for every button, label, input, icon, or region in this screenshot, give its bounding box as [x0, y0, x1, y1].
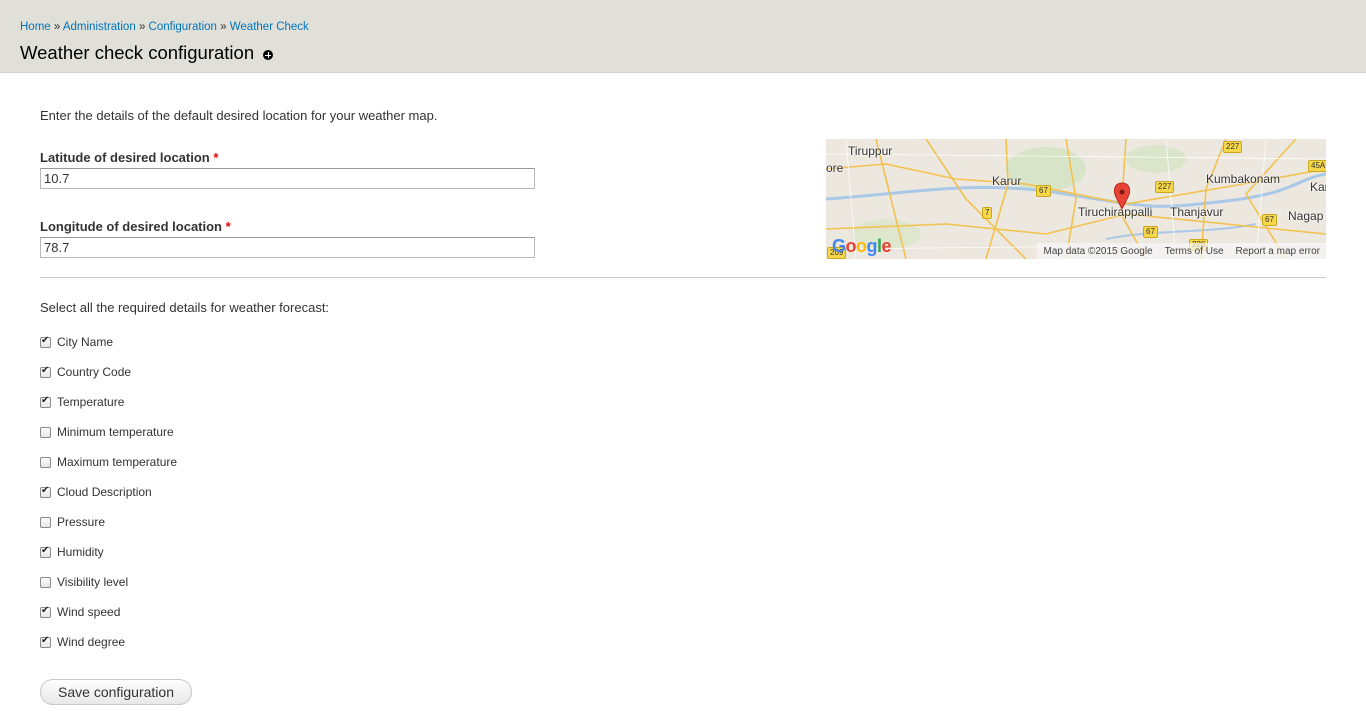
- breadcrumb-separator: »: [53, 21, 61, 33]
- section-divider: [40, 277, 1326, 278]
- breadcrumb-administration-link[interactable]: Administration: [63, 21, 136, 33]
- map-label-thanjavur: Thanjavur: [1170, 205, 1224, 219]
- report-map-error-link[interactable]: Report a map error: [1236, 246, 1320, 257]
- wind-degree-checkbox[interactable]: [40, 635, 51, 648]
- road-shield: 227: [1155, 181, 1175, 193]
- forecast-details-label: Select all the required details for weat…: [40, 300, 330, 315]
- option-label[interactable]: Pressure: [57, 515, 105, 529]
- pressure-checkbox[interactable]: [40, 516, 51, 528]
- breadcrumb-separator: »: [138, 21, 146, 33]
- option-city-name[interactable]: City Name: [40, 334, 113, 350]
- road-shield: 67: [1262, 214, 1277, 226]
- map-label-tiruchirappalli: Tiruchirappalli: [1078, 205, 1153, 219]
- option-label[interactable]: City Name: [57, 335, 113, 349]
- temperature-checkbox[interactable]: [40, 395, 51, 408]
- latitude-input[interactable]: [40, 168, 535, 189]
- map-roads: [826, 139, 1326, 259]
- map-label-karur: Karur: [992, 174, 1022, 188]
- option-minimum-temperature[interactable]: Minimum temperature: [40, 424, 174, 440]
- breadcrumb-configuration-link[interactable]: Configuration: [149, 21, 217, 33]
- breadcrumb: Home » Administration » Configuration » …: [20, 21, 309, 33]
- page-header: Home » Administration » Configuration » …: [0, 0, 1366, 73]
- map-label-kara: Kara: [1310, 180, 1326, 194]
- road-shield: 45A: [1308, 160, 1326, 172]
- option-temperature[interactable]: Temperature: [40, 394, 124, 410]
- longitude-input[interactable]: [40, 237, 535, 258]
- option-visibility-level[interactable]: Visibility level: [40, 574, 128, 590]
- option-label[interactable]: Minimum temperature: [57, 425, 174, 439]
- option-country-code[interactable]: Country Code: [40, 364, 131, 380]
- option-cloud-description[interactable]: Cloud Description: [40, 484, 152, 500]
- map-footer: Map data ©2015 Google Terms of Use Repor…: [1037, 243, 1326, 259]
- minimum-temperature-checkbox[interactable]: [40, 426, 51, 438]
- longitude-label-text: Longitude of desired location: [40, 219, 222, 234]
- breadcrumb-weather-check-link[interactable]: Weather Check: [230, 21, 309, 33]
- option-label[interactable]: Visibility level: [57, 575, 128, 589]
- add-shortcut-icon[interactable]: [263, 50, 273, 60]
- breadcrumb-home-link[interactable]: Home: [20, 21, 51, 33]
- save-configuration-button[interactable]: Save configuration: [40, 679, 192, 705]
- visibility-level-checkbox[interactable]: [40, 576, 51, 588]
- city-name-checkbox[interactable]: [40, 335, 51, 348]
- road-shield: 7: [982, 207, 993, 219]
- option-wind-degree[interactable]: Wind degree: [40, 634, 125, 650]
- option-label[interactable]: Wind speed: [57, 605, 120, 619]
- required-marker: *: [213, 150, 219, 165]
- longitude-label: Longitude of desired location *: [40, 219, 231, 234]
- option-label[interactable]: Humidity: [57, 545, 104, 559]
- location-map[interactable]: Tiruppur ore Karur Tiruchirappalli Thanj…: [826, 139, 1326, 259]
- option-maximum-temperature[interactable]: Maximum temperature: [40, 454, 177, 470]
- humidity-checkbox[interactable]: [40, 545, 51, 558]
- option-label[interactable]: Maximum temperature: [57, 455, 177, 469]
- wind-speed-checkbox[interactable]: [40, 605, 51, 618]
- map-label-tiruppur: Tiruppur: [848, 144, 893, 158]
- maximum-temperature-checkbox[interactable]: [40, 456, 51, 468]
- option-label[interactable]: Country Code: [57, 365, 131, 379]
- map-data-credit: Map data ©2015 Google: [1043, 245, 1153, 257]
- option-wind-speed[interactable]: Wind speed: [40, 604, 120, 620]
- option-pressure[interactable]: Pressure: [40, 514, 105, 530]
- option-humidity[interactable]: Humidity: [40, 544, 104, 560]
- page-title: Weather check configuration: [20, 42, 255, 63]
- required-marker: *: [225, 219, 231, 234]
- terms-of-use-link[interactable]: Terms of Use: [1165, 246, 1224, 257]
- cloud-description-checkbox[interactable]: [40, 485, 51, 498]
- road-shield: 67: [1143, 226, 1158, 238]
- map-label-kumbakonam: Kumbakonam: [1206, 172, 1281, 186]
- country-code-checkbox[interactable]: [40, 365, 51, 378]
- option-label[interactable]: Temperature: [57, 395, 124, 409]
- breadcrumb-separator: »: [220, 21, 227, 33]
- latitude-label: Latitude of desired location *: [40, 150, 218, 165]
- road-shield: 67: [1036, 185, 1051, 197]
- road-shield: 227: [1223, 141, 1243, 153]
- map-label-nagap: Nagap: [1288, 209, 1324, 223]
- latitude-label-text: Latitude of desired location: [40, 150, 210, 165]
- intro-text: Enter the details of the default desired…: [40, 108, 438, 123]
- map-label-ore: ore: [826, 161, 844, 175]
- google-logo: Google: [832, 236, 892, 256]
- option-label[interactable]: Cloud Description: [57, 485, 152, 499]
- option-label[interactable]: Wind degree: [57, 635, 125, 649]
